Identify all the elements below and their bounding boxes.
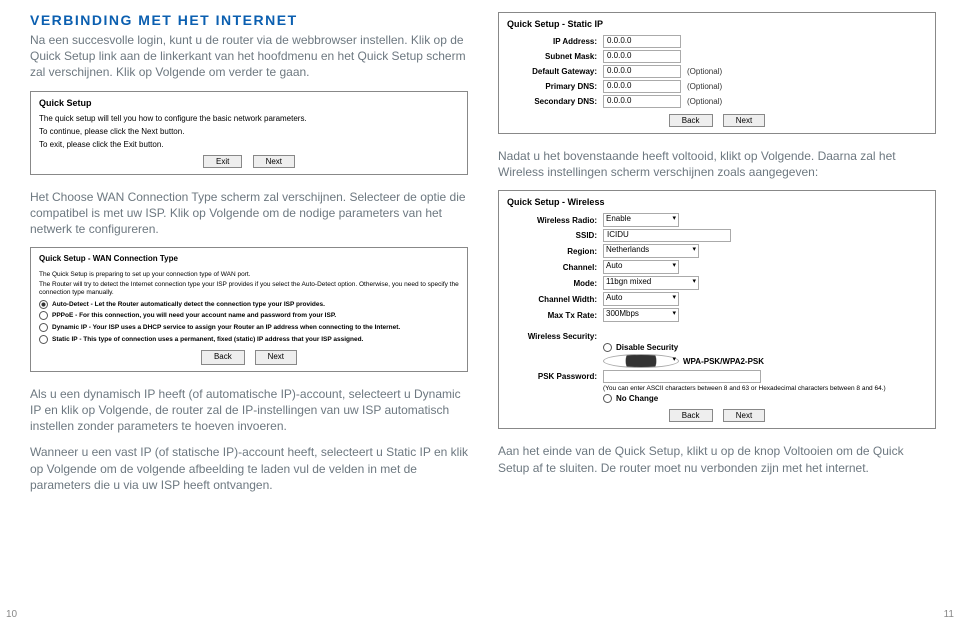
back-button[interactable]: Back — [669, 409, 713, 422]
default-gateway-input[interactable]: 0.0.0.0 — [603, 65, 681, 78]
channel-width-select[interactable]: Auto — [603, 292, 679, 306]
primary-dns-label: Primary DNS: — [507, 82, 603, 91]
panel-title: Quick Setup - Static IP — [507, 19, 927, 29]
ssid-label: SSID: — [507, 231, 603, 240]
next-button[interactable]: Next — [723, 409, 765, 422]
mode-label: Mode: — [507, 279, 603, 288]
wan-static-ip[interactable]: Static IP - This type of connection uses… — [39, 335, 459, 345]
ip-address-label: IP Address: — [507, 37, 603, 46]
psk-note: (You can enter ASCII characters between … — [603, 385, 886, 392]
subnet-mask-input[interactable]: 0.0.0.0 — [603, 50, 681, 63]
channel-select[interactable]: Auto — [603, 260, 679, 274]
next-button[interactable]: Next — [255, 350, 297, 364]
default-gateway-label: Default Gateway: — [507, 67, 603, 76]
psk-password-label: PSK Password: — [507, 372, 603, 381]
optional-note: (Optional) — [687, 67, 722, 76]
qs-line2: To continue, please click the Next butto… — [39, 127, 459, 136]
ip-address-input[interactable]: 0.0.0.0 — [603, 35, 681, 48]
wireless-radio-label: Wireless Radio: — [507, 216, 603, 225]
quick-setup-panel: Quick Setup The quick setup will tell yo… — [30, 91, 468, 175]
qs-line1: The quick setup will tell you how to con… — [39, 114, 459, 123]
back-button[interactable]: Back — [201, 350, 245, 364]
after-static-text: Nadat u het bovenstaande heeft voltooid,… — [498, 148, 936, 180]
page-number-right: 11 — [944, 609, 954, 620]
wireless-panel: Quick Setup - Wireless Wireless Radio:En… — [498, 190, 936, 429]
wpa-label: WPA-PSK/WPA2-PSK — [683, 357, 764, 366]
ssid-input[interactable]: ICIDU — [603, 229, 731, 242]
max-tx-rate-label: Max Tx Rate: — [507, 311, 603, 320]
after-wan-1: Als u een dynamisch IP heeft (of automat… — [30, 386, 468, 435]
panel-title: Quick Setup — [39, 98, 459, 108]
wan-dynamic-ip[interactable]: Dynamic IP - Your ISP uses a DHCP servic… — [39, 323, 459, 333]
radio-icon — [603, 354, 679, 368]
wireless-radio-select[interactable]: Enable — [603, 213, 679, 227]
panel-title: Quick Setup - WAN Connection Type — [39, 254, 459, 264]
radio-icon — [39, 300, 48, 309]
secondary-dns-label: Secondary DNS: — [507, 97, 603, 106]
after-wan-2: Wanneer u een vast IP (of statische IP)-… — [30, 444, 468, 493]
panel-title: Quick Setup - Wireless — [507, 197, 927, 207]
next-button[interactable]: Next — [253, 155, 295, 168]
back-button[interactable]: Back — [669, 114, 713, 127]
region-select[interactable]: Netherlands — [603, 244, 699, 258]
wan-pppoe[interactable]: PPPoE - For this connection, you will ne… — [39, 311, 459, 321]
wan-l2: The Router will try to detect the Intern… — [39, 281, 459, 298]
security-wpa[interactable]: WPA-PSK/WPA2-PSK — [507, 354, 927, 368]
channel-width-label: Channel Width: — [507, 295, 603, 304]
exit-button[interactable]: Exit — [203, 155, 242, 168]
subnet-mask-label: Subnet Mask: — [507, 52, 603, 61]
secondary-dns-input[interactable]: 0.0.0.0 — [603, 95, 681, 108]
security-disable[interactable]: Disable Security — [507, 343, 927, 352]
next-button[interactable]: Next — [723, 114, 765, 127]
psk-password-input[interactable] — [603, 370, 761, 383]
section-heading: VERBINDING MET HET INTERNET — [30, 12, 468, 28]
radio-icon — [39, 323, 48, 332]
primary-dns-input[interactable]: 0.0.0.0 — [603, 80, 681, 93]
radio-icon — [39, 311, 48, 320]
radio-icon — [39, 335, 48, 344]
qs-line3: To exit, please click the Exit button. — [39, 140, 459, 149]
wireless-security-label: Wireless Security: — [507, 332, 603, 341]
intro-text: Na een succesvolle login, kunt u de rout… — [30, 32, 468, 81]
max-tx-rate-select[interactable]: 300Mbps — [603, 308, 679, 322]
security-no-change[interactable]: No Change — [507, 394, 927, 403]
radio-icon — [603, 343, 612, 352]
optional-note: (Optional) — [687, 82, 722, 91]
wan-type-panel: Quick Setup - WAN Connection Type The Qu… — [30, 247, 468, 372]
no-change-label: No Change — [616, 394, 658, 403]
page-number-left: 10 — [6, 609, 17, 620]
closing-text: Aan het einde van de Quick Setup, klikt … — [498, 443, 936, 475]
optional-note: (Optional) — [687, 97, 722, 106]
wan-auto-detect[interactable]: Auto-Detect - Let the Router automatical… — [39, 300, 459, 310]
channel-label: Channel: — [507, 263, 603, 272]
disable-security-label: Disable Security — [616, 343, 678, 352]
wan-l1: The Quick Setup is preparing to set up y… — [39, 271, 459, 279]
mid-text: Het Choose WAN Connection Type scherm za… — [30, 189, 468, 238]
radio-icon — [603, 394, 612, 403]
mode-select[interactable]: 11bgn mixed — [603, 276, 699, 290]
static-ip-panel: Quick Setup - Static IP IP Address:0.0.0… — [498, 12, 936, 134]
region-label: Region: — [507, 247, 603, 256]
